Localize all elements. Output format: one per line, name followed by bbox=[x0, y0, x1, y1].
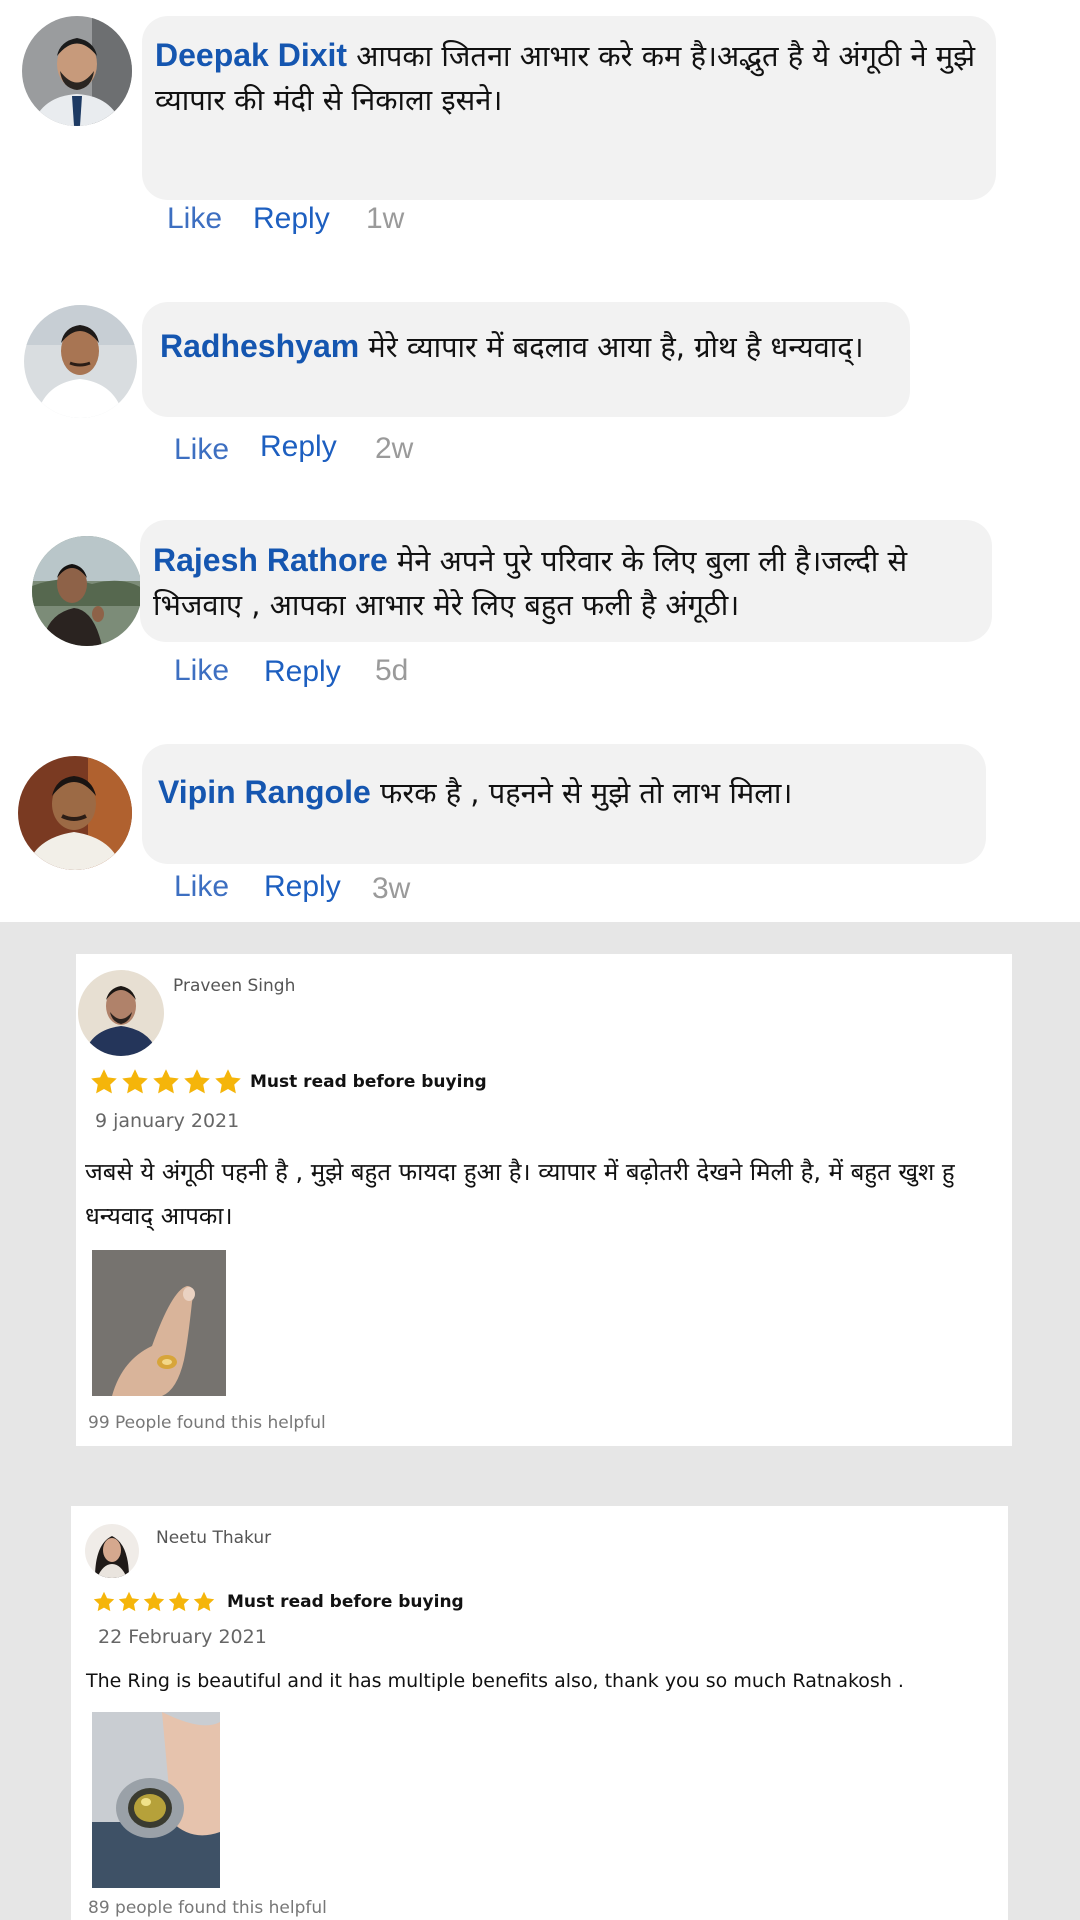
comment-actions: Like Reply 1w bbox=[0, 202, 1080, 242]
star-icon bbox=[184, 1069, 210, 1094]
review-date: 22 February 2021 bbox=[98, 1626, 267, 1648]
like-button[interactable]: Like bbox=[174, 654, 229, 688]
star-icon bbox=[93, 1591, 115, 1612]
avatar[interactable] bbox=[24, 305, 137, 418]
star-icon bbox=[143, 1591, 165, 1612]
reviewer-avatar bbox=[78, 970, 164, 1056]
review-photo[interactable] bbox=[92, 1250, 226, 1396]
reviewer-avatar bbox=[85, 1524, 139, 1578]
comment-timestamp: 1w bbox=[366, 202, 405, 235]
comment-timestamp: 3w bbox=[372, 872, 411, 905]
reply-button[interactable]: Reply bbox=[253, 202, 330, 236]
commenter-name[interactable]: Deepak Dixit bbox=[155, 37, 347, 73]
star-icon bbox=[215, 1069, 241, 1094]
like-button[interactable]: Like bbox=[174, 433, 229, 467]
reviews-section: Praveen Singh Must read before buying 9 … bbox=[0, 922, 1080, 1920]
commenter-name[interactable]: Radheshyam bbox=[160, 328, 359, 364]
star-icon bbox=[168, 1591, 190, 1612]
reply-button[interactable]: Reply bbox=[264, 870, 341, 904]
avatar[interactable] bbox=[18, 756, 132, 870]
reviewer-name: Neetu Thakur bbox=[156, 1528, 272, 1548]
review-text: The Ring is beautiful and it has multipl… bbox=[86, 1670, 904, 1692]
review-card: Neetu Thakur Must read before buying 22 … bbox=[71, 1506, 1008, 1920]
comment-body: Rajesh Rathore मेने अपने पुरे परिवार के … bbox=[153, 538, 991, 627]
like-button[interactable]: Like bbox=[167, 202, 222, 236]
star-icon bbox=[118, 1591, 140, 1612]
star-icon bbox=[153, 1069, 179, 1094]
comment-body: Radheshyam मेरे व्यापार में बदलाव आया है… bbox=[160, 324, 905, 369]
review-photo[interactable] bbox=[92, 1712, 220, 1888]
comment-actions: Like Reply 2w bbox=[0, 430, 1080, 470]
helpful-count: 99 People found this helpful bbox=[88, 1413, 326, 1433]
comment-timestamp: 2w bbox=[375, 432, 414, 465]
review-title: Must read before buying bbox=[227, 1592, 464, 1612]
rating-stars bbox=[89, 1067, 243, 1097]
rating-stars bbox=[92, 1590, 216, 1614]
avatar[interactable] bbox=[22, 16, 132, 126]
review-title: Must read before buying bbox=[250, 1072, 487, 1092]
reviewer-name: Praveen Singh bbox=[173, 976, 296, 996]
reply-button[interactable]: Reply bbox=[264, 655, 341, 689]
review-card: Praveen Singh Must read before buying 9 … bbox=[76, 954, 1012, 1446]
comment-body: Vipin Rangole फरक है , पहनने से मुझे तो … bbox=[158, 770, 978, 815]
comment-actions: Like Reply 3w bbox=[0, 870, 1080, 910]
comment-text: मेरे व्यापार में बदलाव आया है, ग्रोथ है … bbox=[368, 330, 864, 364]
comment-body: Deepak Dixit आपका जितना आभार करे कम है।अ… bbox=[155, 33, 985, 122]
avatar[interactable] bbox=[32, 536, 142, 646]
star-icon bbox=[122, 1069, 148, 1094]
review-text: जबसे ये अंगूठी पहनी है , मुझे बहुत फायदा… bbox=[85, 1158, 955, 1230]
comment-actions: Like Reply 5d bbox=[0, 654, 1080, 694]
commenter-name[interactable]: Rajesh Rathore bbox=[153, 542, 388, 578]
comment-timestamp: 5d bbox=[375, 654, 409, 687]
reply-button[interactable]: Reply bbox=[260, 430, 337, 464]
comment-text: फरक है , पहनने से मुझे तो लाभ मिला। bbox=[379, 776, 793, 810]
star-icon bbox=[193, 1591, 215, 1612]
helpful-count: 89 people found this helpful bbox=[88, 1898, 327, 1918]
commenter-name[interactable]: Vipin Rangole bbox=[158, 774, 371, 810]
review-date: 9 january 2021 bbox=[95, 1110, 240, 1132]
star-icon bbox=[91, 1069, 117, 1094]
like-button[interactable]: Like bbox=[174, 870, 229, 904]
